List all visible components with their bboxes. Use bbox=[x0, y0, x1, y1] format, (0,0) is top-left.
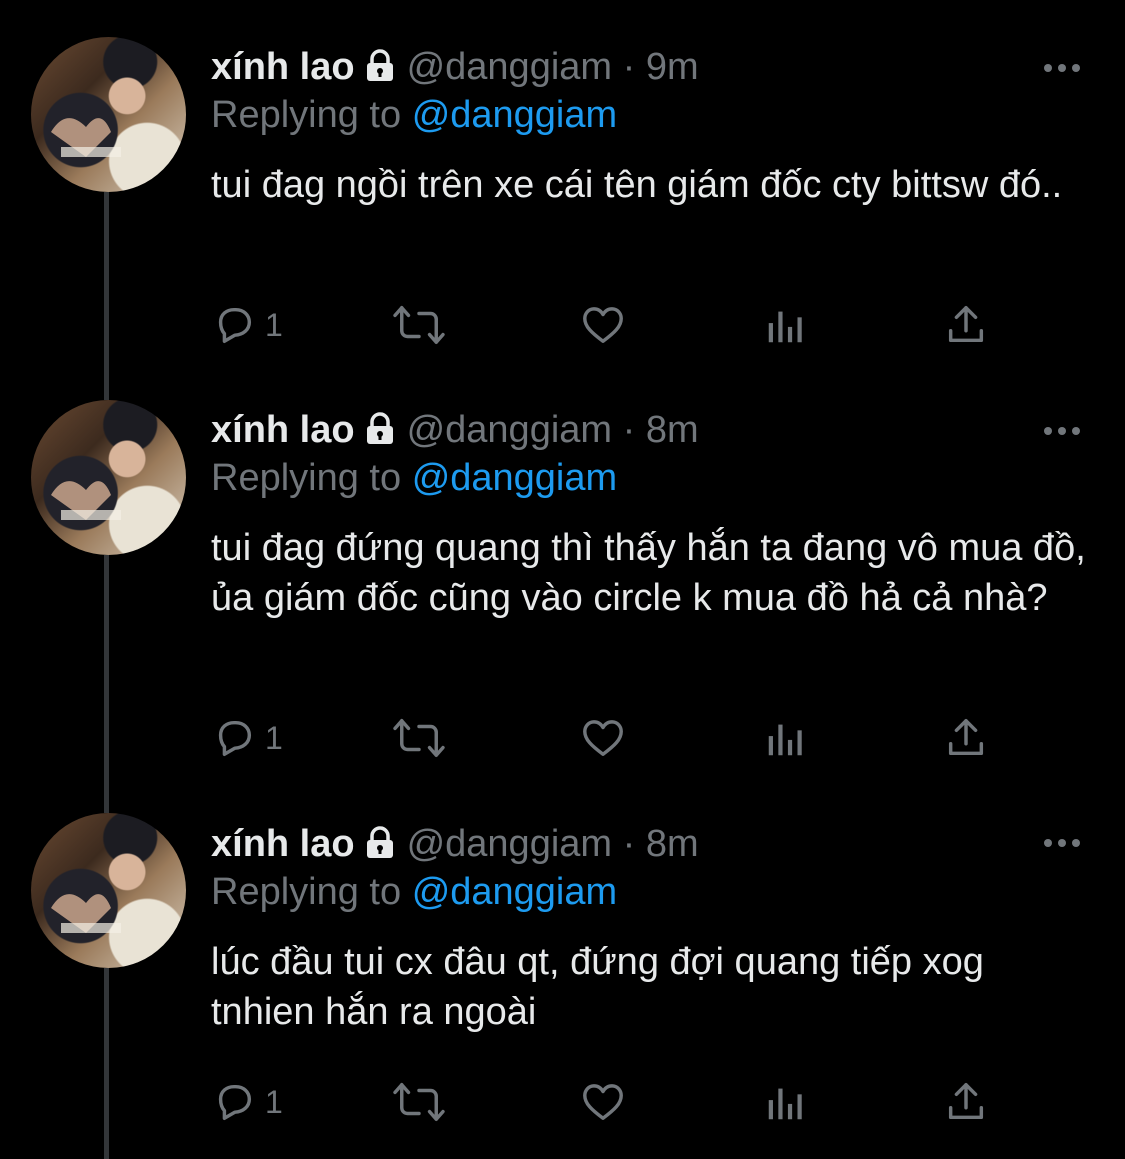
action-bar: 1 bbox=[211, 300, 1011, 350]
replying-prefix: Replying to bbox=[211, 871, 402, 913]
more-icon[interactable] bbox=[1040, 58, 1084, 78]
tweet[interactable]: xính lao @danggiam · 8m Replying to @dang… bbox=[0, 813, 1125, 1159]
like-button[interactable] bbox=[579, 300, 627, 350]
separator-dot: · bbox=[622, 823, 636, 865]
share-icon bbox=[948, 306, 984, 343]
avatar-image bbox=[51, 118, 121, 157]
more-icon[interactable] bbox=[1040, 421, 1084, 441]
retweet-button[interactable] bbox=[391, 713, 447, 763]
avatar[interactable] bbox=[31, 37, 186, 192]
replying-to: Replying to @danggiam bbox=[211, 867, 617, 917]
tweet-header: xính lao @danggiam · 8m bbox=[211, 819, 699, 869]
action-bar: 1 bbox=[211, 713, 1011, 763]
reply-icon bbox=[218, 307, 252, 344]
tweet-header: xính lao @danggiam · 8m bbox=[211, 405, 699, 455]
reply-icon bbox=[218, 1084, 252, 1121]
like-button[interactable] bbox=[579, 1077, 627, 1127]
replying-prefix: Replying to bbox=[211, 457, 402, 499]
avatar[interactable] bbox=[31, 813, 186, 968]
retweet-icon bbox=[393, 719, 445, 757]
share-icon bbox=[948, 1083, 984, 1120]
share-button[interactable] bbox=[943, 713, 989, 763]
replying-to: Replying to @danggiam bbox=[211, 90, 617, 140]
views-button[interactable] bbox=[763, 300, 809, 350]
retweet-button[interactable] bbox=[391, 1077, 447, 1127]
reply-button[interactable]: 1 bbox=[211, 713, 283, 763]
views-button[interactable] bbox=[763, 713, 809, 763]
avatar-image bbox=[51, 894, 121, 933]
retweet-icon bbox=[393, 306, 445, 344]
replying-prefix: Replying to bbox=[211, 94, 402, 136]
like-button[interactable] bbox=[579, 713, 627, 763]
action-bar: 1 bbox=[211, 1077, 1011, 1127]
separator-dot: · bbox=[622, 46, 636, 88]
tweet[interactable]: xính lao @danggiam · 8m Replying to @dang… bbox=[0, 400, 1125, 813]
avatar-image bbox=[51, 481, 121, 520]
retweet-button[interactable] bbox=[391, 300, 447, 350]
display-name[interactable]: xính lao bbox=[211, 409, 355, 451]
like-icon bbox=[583, 720, 623, 757]
views-icon bbox=[768, 1088, 802, 1120]
display-name[interactable]: xính lao bbox=[211, 46, 355, 88]
tweet-text: tui đag đứng quang thì thấy hắn ta đang … bbox=[211, 527, 1086, 619]
mention-link[interactable]: @danggiam bbox=[412, 94, 617, 136]
retweet-icon bbox=[393, 1083, 445, 1121]
avatar[interactable] bbox=[31, 400, 186, 555]
user-handle[interactable]: @danggiam bbox=[407, 46, 612, 88]
timestamp[interactable]: 9m bbox=[646, 46, 699, 88]
reply-icon bbox=[218, 720, 252, 757]
tweet-text: tui đag ngồi trên xe cái tên giám đốc ct… bbox=[211, 164, 1063, 206]
timestamp[interactable]: 8m bbox=[646, 823, 699, 865]
lock-icon bbox=[363, 409, 397, 459]
mention-link[interactable]: @danggiam bbox=[412, 871, 617, 913]
user-handle[interactable]: @danggiam bbox=[407, 823, 612, 865]
like-icon bbox=[583, 307, 623, 344]
reply-count: 1 bbox=[265, 306, 283, 343]
tweet-text: lúc đầu tui cx đâu qt, đứng đợi quang ti… bbox=[211, 941, 984, 1033]
more-icon[interactable] bbox=[1040, 833, 1084, 853]
tweet-header: xính lao @danggiam · 9m bbox=[211, 42, 699, 92]
share-icon bbox=[948, 719, 984, 756]
views-button[interactable] bbox=[763, 1077, 809, 1127]
display-name[interactable]: xính lao bbox=[211, 823, 355, 865]
views-icon bbox=[768, 724, 802, 756]
lock-icon bbox=[363, 46, 397, 96]
reply-button[interactable]: 1 bbox=[211, 300, 283, 350]
timestamp[interactable]: 8m bbox=[646, 409, 699, 451]
like-icon bbox=[583, 1084, 623, 1121]
tweet[interactable]: xính lao @danggiam · 9m Replying to @dang… bbox=[0, 0, 1125, 400]
lock-icon bbox=[363, 823, 397, 873]
share-button[interactable] bbox=[943, 300, 989, 350]
mention-link[interactable]: @danggiam bbox=[412, 457, 617, 499]
views-icon bbox=[768, 311, 802, 343]
share-button[interactable] bbox=[943, 1077, 989, 1127]
reply-count: 1 bbox=[265, 1083, 283, 1120]
user-handle[interactable]: @danggiam bbox=[407, 409, 612, 451]
separator-dot: · bbox=[622, 409, 636, 451]
reply-button[interactable]: 1 bbox=[211, 1077, 283, 1127]
replying-to: Replying to @danggiam bbox=[211, 453, 617, 503]
reply-count: 1 bbox=[265, 719, 283, 756]
